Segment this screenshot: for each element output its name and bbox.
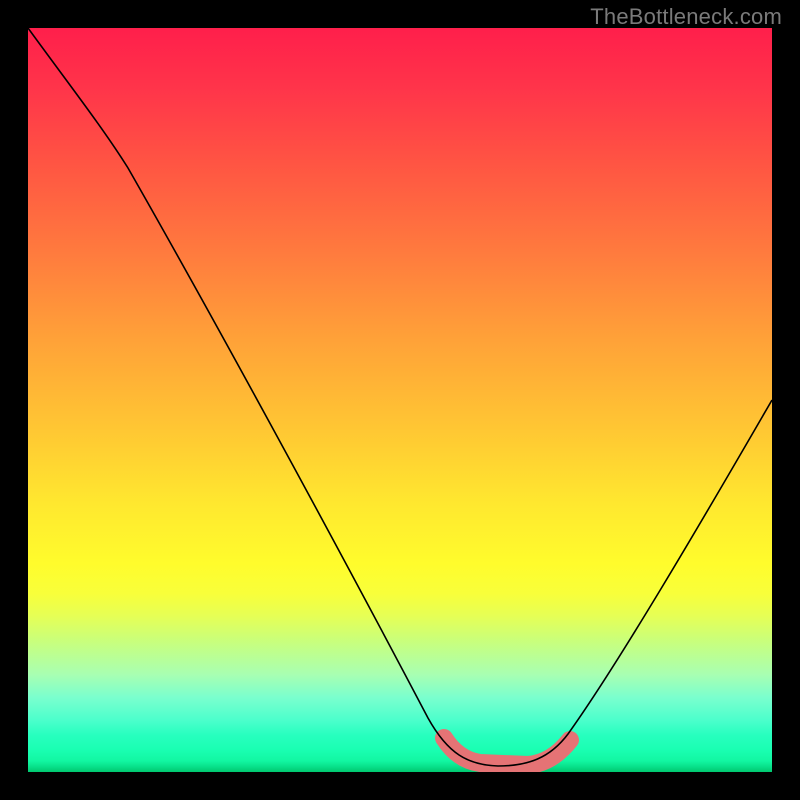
curve-line [28,28,772,766]
bottleneck-curve [28,28,772,772]
plot-area [28,28,772,772]
watermark-text: TheBottleneck.com [590,4,782,30]
chart-frame: TheBottleneck.com [0,0,800,800]
